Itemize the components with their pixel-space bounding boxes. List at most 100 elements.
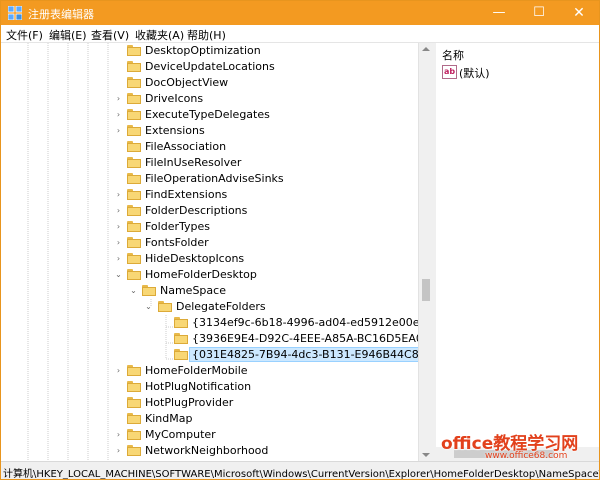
tree-node-label[interactable]: DelegateFolders bbox=[174, 300, 268, 313]
chevron-right-icon[interactable]: › bbox=[114, 446, 123, 455]
folder-icon bbox=[127, 109, 141, 120]
tree-node-label[interactable]: FileInUseResolver bbox=[143, 156, 243, 169]
tree-node[interactable]: FileOperationAdviseSinks bbox=[1, 171, 418, 187]
folder-icon bbox=[127, 173, 141, 184]
menu-edit[interactable]: 编辑(E) bbox=[49, 27, 87, 43]
tree-node[interactable]: › FolderDescriptions bbox=[1, 203, 418, 219]
chevron-down-icon[interactable]: ⌄ bbox=[129, 286, 138, 295]
tree-node-label[interactable]: HomeFolderMobile bbox=[143, 364, 250, 377]
tree-node[interactable]: HotPlugProvider bbox=[1, 395, 418, 411]
chevron-right-icon[interactable]: › bbox=[114, 254, 123, 263]
folder-icon bbox=[127, 93, 141, 104]
tree-scrollbar[interactable] bbox=[418, 43, 433, 461]
watermark-url: www.office68.com bbox=[485, 451, 568, 461]
tree-node[interactable]: › HomeFolderMobile bbox=[1, 363, 418, 379]
folder-icon bbox=[174, 333, 188, 344]
chevron-right-icon[interactable]: › bbox=[114, 238, 123, 247]
regedit-window: 注册表编辑器 — ☐ ✕ 文件(F) 编辑(E) 查看(V) 收藏夹(A) 帮助… bbox=[0, 0, 600, 480]
folder-icon bbox=[127, 221, 141, 232]
chevron-right-icon[interactable]: › bbox=[114, 222, 123, 231]
chevron-right-icon[interactable]: › bbox=[114, 126, 123, 135]
window-title: 注册表编辑器 bbox=[28, 8, 94, 21]
tree-node-label[interactable]: FontsFolder bbox=[143, 236, 211, 249]
tree-node-label[interactable]: MyComputer bbox=[143, 428, 218, 441]
column-header-name[interactable]: 名称 bbox=[442, 47, 464, 63]
tree-node[interactable]: › ExecuteTypeDelegates bbox=[1, 107, 418, 123]
tree-node-label[interactable]: FileAssociation bbox=[143, 140, 228, 153]
tree-node-label[interactable]: HotPlugNotification bbox=[143, 380, 253, 393]
tree-node-label[interactable]: FileOperationAdviseSinks bbox=[143, 172, 286, 185]
tree-node-label[interactable]: DriveIcons bbox=[143, 92, 205, 105]
tree-node[interactable]: KindMap bbox=[1, 411, 418, 427]
tree-node[interactable]: DesktopOptimization bbox=[1, 43, 418, 59]
tree-node-label[interactable]: FolderTypes bbox=[143, 220, 212, 233]
scroll-up-icon[interactable] bbox=[422, 47, 430, 51]
close-button[interactable]: ✕ bbox=[559, 1, 599, 25]
tree-node[interactable]: › FindExtensions bbox=[1, 187, 418, 203]
tree-node[interactable]: › HideDesktopIcons bbox=[1, 251, 418, 267]
tree-node[interactable]: › MyComputer bbox=[1, 427, 418, 443]
menu-file[interactable]: 文件(F) bbox=[6, 27, 43, 43]
chevron-right-icon[interactable]: › bbox=[114, 110, 123, 119]
tree-node[interactable]: ⌄ NameSpace bbox=[1, 283, 418, 299]
folder-icon bbox=[127, 189, 141, 200]
tree-node-label[interactable]: DocObjectView bbox=[143, 76, 230, 89]
folder-icon bbox=[174, 317, 188, 328]
chevron-down-icon[interactable]: ⌄ bbox=[144, 302, 153, 311]
folder-icon bbox=[127, 61, 141, 72]
tree-node[interactable]: ⌄ HomeFolderDesktop bbox=[1, 267, 418, 283]
tree-node-label[interactable]: Extensions bbox=[143, 124, 207, 137]
tree-node[interactable]: DocObjectView bbox=[1, 75, 418, 91]
tree-node[interactable]: {3936E9E4-D92C-4EEE-A85A-BC16D5EA0819} bbox=[1, 331, 418, 347]
status-path: 计算机\HKEY_LOCAL_MACHINE\SOFTWARE\Microsof… bbox=[3, 469, 600, 480]
tree-node[interactable]: HotPlugNotification bbox=[1, 379, 418, 395]
chevron-right-icon[interactable]: › bbox=[114, 366, 123, 375]
tree-node[interactable]: {031E4825-7B94-4dc3-B131-E946B44C8DD5} bbox=[1, 347, 418, 363]
tree-node[interactable]: ⌄ DelegateFolders bbox=[1, 299, 418, 315]
tree-node-label[interactable]: HotPlugProvider bbox=[143, 396, 235, 409]
folder-icon bbox=[127, 77, 141, 88]
scroll-down-icon[interactable] bbox=[422, 453, 430, 457]
tree-node[interactable]: › FolderTypes bbox=[1, 219, 418, 235]
tree-node-label[interactable]: DesktopOptimization bbox=[143, 44, 263, 57]
tree-node[interactable]: › NetworkNeighborhood bbox=[1, 443, 418, 459]
regedit-icon bbox=[8, 6, 22, 20]
folder-icon bbox=[127, 429, 141, 440]
status-bar: 计算机\HKEY_LOCAL_MACHINE\SOFTWARE\Microsof… bbox=[1, 461, 600, 480]
folder-icon bbox=[127, 413, 141, 424]
tree-node-label[interactable]: NameSpace bbox=[158, 284, 228, 297]
tree-node-label[interactable]: DeviceUpdateLocations bbox=[143, 60, 277, 73]
minimize-button[interactable]: — bbox=[479, 1, 519, 25]
tree-node[interactable]: › Extensions bbox=[1, 123, 418, 139]
tree-node[interactable]: FileInUseResolver bbox=[1, 155, 418, 171]
folder-icon bbox=[142, 285, 156, 296]
tree-node-label[interactable]: {031E4825-7B94-4dc3-B131-E946B44C8DD5} bbox=[189, 347, 418, 362]
tree-node-label[interactable]: {3936E9E4-D92C-4EEE-A85A-BC16D5EA0819} bbox=[190, 332, 418, 345]
chevron-right-icon[interactable]: › bbox=[114, 206, 123, 215]
tree-node-label[interactable]: NetworkNeighborhood bbox=[143, 444, 270, 457]
menu-view[interactable]: 查看(V) bbox=[91, 27, 129, 43]
tree-node[interactable]: {3134ef9c-6b18-4996-ad04-ed5912e00eb5} bbox=[1, 315, 418, 331]
tree-node[interactable]: › FontsFolder bbox=[1, 235, 418, 251]
chevron-right-icon[interactable]: › bbox=[114, 430, 123, 439]
chevron-right-icon[interactable]: › bbox=[114, 94, 123, 103]
menu-favorites[interactable]: 收藏夹(A) bbox=[135, 27, 184, 43]
tree-node-label[interactable]: {3134ef9c-6b18-4996-ad04-ed5912e00eb5} bbox=[190, 316, 418, 329]
tree-node-label[interactable]: ExecuteTypeDelegates bbox=[143, 108, 272, 121]
tree-node[interactable]: DeviceUpdateLocations bbox=[1, 59, 418, 75]
tree-node[interactable]: FileAssociation bbox=[1, 139, 418, 155]
tree-node-label[interactable]: FolderDescriptions bbox=[143, 204, 249, 217]
tree-node-label[interactable]: KindMap bbox=[143, 412, 194, 425]
menu-help[interactable]: 帮助(H) bbox=[187, 27, 226, 43]
key-tree[interactable]: DesktopOptimization DeviceUpdateLocations… bbox=[1, 43, 418, 461]
tree-node[interactable]: › DriveIcons bbox=[1, 91, 418, 107]
chevron-down-icon[interactable]: ⌄ bbox=[114, 270, 123, 279]
chevron-right-icon[interactable]: › bbox=[114, 190, 123, 199]
values-pane[interactable]: 名称 ab (默认) bbox=[436, 43, 599, 461]
tree-node-label[interactable]: FindExtensions bbox=[143, 188, 229, 201]
title-bar[interactable]: 注册表编辑器 — ☐ ✕ bbox=[1, 1, 599, 25]
scroll-thumb[interactable] bbox=[422, 279, 430, 301]
tree-node-label[interactable]: HideDesktopIcons bbox=[143, 252, 246, 265]
maximize-button[interactable]: ☐ bbox=[519, 1, 559, 25]
tree-node-label[interactable]: HomeFolderDesktop bbox=[143, 268, 259, 281]
